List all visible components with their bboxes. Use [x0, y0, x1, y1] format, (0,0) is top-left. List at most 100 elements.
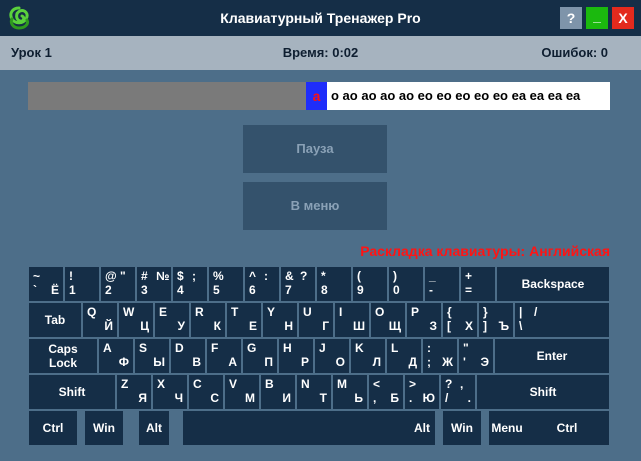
key-label: B — [265, 377, 274, 391]
key-label: 5 — [213, 283, 220, 297]
key-label: | — [519, 305, 523, 319]
key-label: Q — [87, 305, 97, 319]
key-label: P — [411, 305, 420, 319]
key-p: PЗ — [407, 303, 441, 337]
key-label: ? — [300, 269, 308, 283]
key-label: ^ — [249, 269, 257, 283]
key-label: Ё — [50, 283, 59, 297]
key-label: A — [103, 341, 112, 355]
key-label: Ы — [153, 355, 165, 369]
key-label: } — [483, 305, 488, 319]
key-semicolon: :; Ж — [423, 339, 457, 373]
key-j: JО — [315, 339, 349, 373]
key-label: ? — [445, 377, 453, 391]
key-space — [183, 411, 409, 445]
key-label: № — [156, 269, 170, 283]
key-backslash: | / \ — [515, 303, 609, 337]
key-label: Win — [93, 421, 115, 435]
key-h: HР — [279, 339, 313, 373]
key-d: DВ — [171, 339, 205, 373]
key-label: W — [123, 305, 135, 319]
key-label: R — [195, 305, 204, 319]
key-label: Ч — [174, 391, 183, 405]
key-label: Й — [104, 319, 113, 333]
key-label: - — [429, 283, 433, 297]
key-minus: _ - — [425, 267, 459, 301]
key-k: KЛ — [351, 339, 385, 373]
key-6: ^:6 — [245, 267, 279, 301]
key-o: OЩ — [371, 303, 405, 337]
key-label: Б — [390, 391, 399, 405]
key-v: VМ — [225, 375, 259, 409]
key-r: RК — [191, 303, 225, 337]
key-label: $ — [177, 269, 184, 283]
key-label: 2 — [105, 283, 112, 297]
key-label: K — [355, 341, 364, 355]
key-label: Shift — [58, 385, 86, 399]
key-w: WЦ — [119, 303, 153, 337]
key-equal: + = — [461, 267, 495, 301]
key-q: QЙ — [83, 303, 117, 337]
key-label: Ю — [422, 391, 435, 405]
key-label: И — [282, 391, 291, 405]
key-y: YН — [263, 303, 297, 337]
key-comma: <, Б — [369, 375, 403, 409]
key-label: I — [339, 305, 343, 319]
key-label: = — [465, 283, 473, 297]
key-5: % 5 — [209, 267, 243, 301]
key-label: % — [213, 269, 224, 283]
key-label: Ш — [352, 319, 365, 333]
key-enter: Enter — [495, 339, 609, 373]
key-label: Р — [300, 355, 309, 369]
key-tab: Tab — [29, 303, 81, 337]
key-label: 4 — [177, 283, 184, 297]
key-label: Щ — [388, 319, 401, 333]
key-label: Alt — [414, 421, 430, 435]
key-label: L — [391, 341, 399, 355]
key-lwin: Win — [85, 411, 123, 445]
key-label: 1 — [69, 283, 76, 297]
key-label: ` — [33, 283, 37, 297]
key-label: М — [245, 391, 255, 405]
key-label: Ctrl — [556, 421, 578, 435]
key-label: Ц — [140, 319, 149, 333]
key-label: @ — [105, 269, 117, 283]
key-label: : — [427, 341, 431, 355]
key-label: Л — [372, 355, 381, 369]
key-label: 6 — [249, 283, 256, 297]
key-label: < — [373, 377, 381, 391]
virtual-keyboard: ~ ` Ё! 1 @ " 2 # № 3 $; 4% 5 ^:6 &? 7 * 8(9) 0 _ - + = Backspac… — [0, 0, 641, 461]
key-label: C — [193, 377, 202, 391]
key-label: Ь — [354, 391, 363, 405]
key-label: Backspace — [521, 277, 585, 291]
key-caps: Caps Lock — [29, 339, 97, 373]
key-label: О — [335, 355, 345, 369]
key-tilde: ~ ` Ё — [29, 267, 63, 301]
key-label: , — [460, 377, 464, 391]
key-label: Ф — [118, 355, 129, 369]
key-i: IШ — [335, 303, 369, 337]
key-period: >. Ю — [405, 375, 439, 409]
key-g: GП — [243, 339, 277, 373]
key-3: # № 3 — [137, 267, 171, 301]
key-label: ; — [192, 269, 196, 283]
key-label: X — [157, 377, 166, 391]
key-label: Caps Lock — [48, 342, 78, 370]
key-8: * 8 — [317, 267, 351, 301]
key-label: Z — [121, 377, 129, 391]
key-label: & — [285, 269, 294, 283]
key-label: S — [139, 341, 148, 355]
key-label: К — [213, 319, 221, 333]
key-label: D — [175, 341, 184, 355]
key-l: LД — [387, 339, 421, 373]
key-9: (9 — [353, 267, 387, 301]
key-t: TЕ — [227, 303, 261, 337]
key-c: CС — [189, 375, 223, 409]
key-rshift: Shift — [477, 375, 609, 409]
key-slash: ?, /. — [441, 375, 475, 409]
key-label: В — [192, 355, 201, 369]
key-label: Enter — [536, 349, 568, 363]
key-label: Н — [284, 319, 293, 333]
key-quote: " ' Э — [459, 339, 493, 373]
key-backspace: Backspace — [497, 267, 609, 301]
